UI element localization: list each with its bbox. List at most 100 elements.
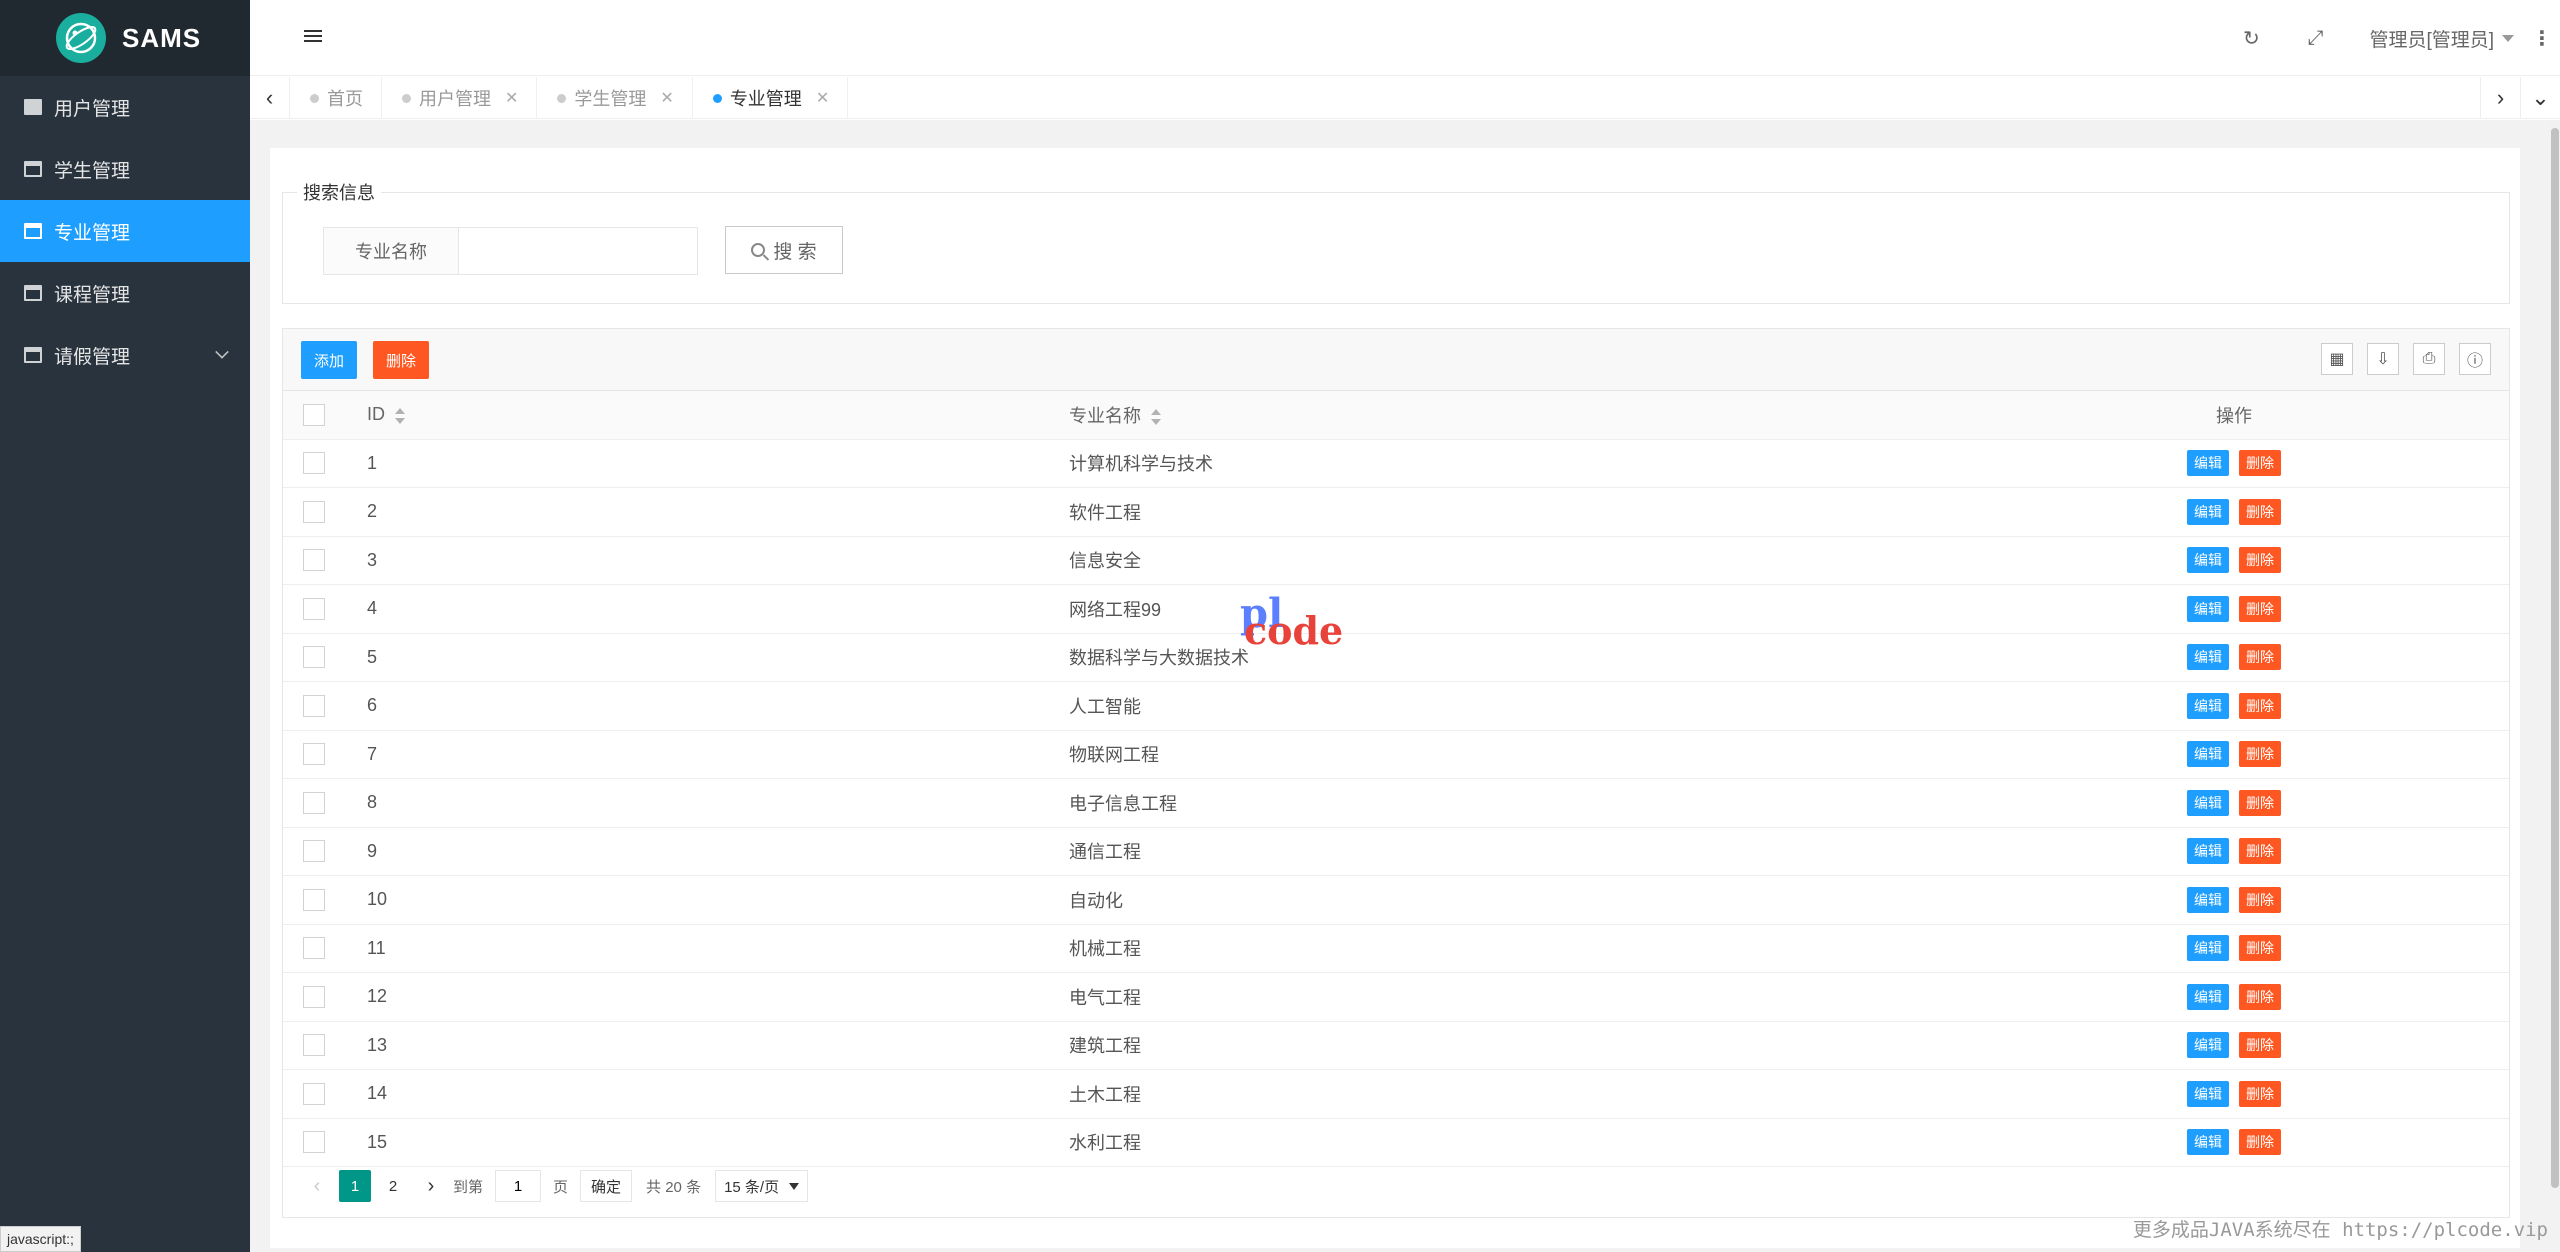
table-row[interactable]: 6 人工智能 编辑 删除 [283,681,2509,731]
row-checkbox[interactable] [303,452,325,475]
sidebar-item-leave[interactable]: 请假管理 [0,324,250,386]
table-row[interactable]: 10 自动化 编辑 删除 [283,875,2509,925]
edit-button[interactable]: 编辑 [2187,547,2229,574]
table-row[interactable]: 7 物联网工程 编辑 删除 [283,730,2509,779]
row-checkbox[interactable] [303,791,325,814]
table-row[interactable]: 8 电子信息工程 编辑 删除 [283,778,2509,828]
delete-button[interactable]: 删除 [2239,1080,2281,1107]
chevron-left-icon[interactable]: ‹ [250,77,290,119]
delete-button[interactable]: 删除 [2239,547,2281,574]
page-number[interactable]: 1 [339,1170,371,1202]
edit-button[interactable]: 编辑 [2187,1080,2229,1107]
table-row[interactable]: 5 数据科学与大数据技术 编辑 删除 [283,633,2509,682]
tab-majors[interactable]: 专业管理 ✕ [693,77,849,119]
table-row[interactable]: 12 电气工程 编辑 删除 [283,972,2509,1022]
edit-button[interactable]: 编辑 [2187,692,2229,719]
edit-button[interactable]: 编辑 [2187,498,2229,525]
select-all-checkbox[interactable] [303,403,325,426]
edit-button[interactable]: 编辑 [2187,741,2229,768]
sort-icon[interactable] [395,407,405,424]
tab-home[interactable]: 首页 [290,77,382,119]
delete-button[interactable]: 删除 [2239,1129,2281,1156]
sidebar-item-students[interactable]: 学生管理 [0,138,250,200]
logo[interactable]: SAMS [0,0,250,76]
info-icon[interactable]: ⓘ [2459,343,2491,375]
edit-button[interactable]: 编辑 [2187,983,2229,1010]
edit-button[interactable]: 编辑 [2187,1032,2229,1059]
add-button[interactable]: 添加 [301,341,357,379]
refresh-icon[interactable]: ↻ [2219,26,2283,51]
delete-button[interactable]: 删除 [2239,1032,2281,1059]
row-checkbox[interactable] [303,888,325,911]
edit-button[interactable]: 编辑 [2187,450,2229,477]
delete-button[interactable]: 删除 [2239,595,2281,622]
row-checkbox[interactable] [303,646,325,669]
row-checkbox[interactable] [303,840,325,863]
goto-page-input[interactable] [495,1170,542,1202]
table-row[interactable]: 9 通信工程 编辑 删除 [283,827,2509,876]
row-checkbox[interactable] [303,694,325,717]
edit-button[interactable]: 编辑 [2187,935,2229,962]
table-row[interactable]: 15 水利工程 编辑 删除 [283,1118,2509,1167]
row-checkbox[interactable] [303,597,325,620]
page-scrollbar[interactable] [2550,120,2560,1188]
table-row[interactable]: 2 软件工程 编辑 删除 [283,487,2509,537]
edit-button[interactable]: 编辑 [2187,886,2229,913]
print-icon[interactable]: ⎙ [2413,343,2445,375]
search-button[interactable]: 搜 索 [725,226,843,274]
row-checkbox[interactable] [303,549,325,572]
column-header-name[interactable]: 专业名称 [1069,391,1959,440]
export-icon[interactable]: ⇩ [2367,343,2399,375]
edit-button[interactable]: 编辑 [2187,644,2229,671]
column-header-id[interactable]: ID [345,391,1069,440]
next-page-icon[interactable]: › [415,1170,447,1202]
edit-button[interactable]: 编辑 [2187,595,2229,622]
edit-button[interactable]: 编辑 [2187,789,2229,816]
prev-page-icon[interactable]: ‹ [301,1170,333,1202]
chevron-down-icon[interactable]: ⌄ [2520,77,2560,119]
search-input[interactable] [458,227,698,275]
table-row[interactable]: 1 计算机科学与技术 编辑 删除 [283,439,2509,488]
delete-button[interactable]: 删除 [2239,498,2281,525]
row-checkbox[interactable] [303,500,325,523]
row-checkbox[interactable] [303,985,325,1008]
more-icon[interactable]: ⋮ [2524,26,2560,51]
user-menu[interactable]: 管理员[管理员] [2347,25,2524,52]
delete-button[interactable]: 删除 [2239,886,2281,913]
page-size-select[interactable]: 15 条/页 [715,1170,809,1202]
edit-button[interactable]: 编辑 [2187,838,2229,865]
delete-button[interactable]: 删除 [2239,983,2281,1010]
scrollbar-thumb[interactable] [2551,128,2559,1188]
delete-button[interactable]: 删除 [2239,692,2281,719]
batch-delete-button[interactable]: 删除 [373,341,429,379]
close-icon[interactable]: ✕ [660,88,673,108]
table-row[interactable]: 3 信息安全 编辑 删除 [283,536,2509,585]
table-row[interactable]: 14 土木工程 编辑 删除 [283,1069,2509,1119]
row-checkbox[interactable] [303,1034,325,1057]
goto-confirm-button[interactable]: 确定 [580,1170,633,1202]
delete-button[interactable]: 删除 [2239,741,2281,768]
row-checkbox[interactable] [303,937,325,960]
columns-icon[interactable]: ▦ [2321,343,2353,375]
sidebar-item-majors[interactable]: 专业管理 [0,200,250,262]
table-row[interactable]: 13 建筑工程 编辑 删除 [283,1021,2509,1070]
table-row[interactable]: 4 网络工程99 编辑 删除 [283,584,2509,634]
delete-button[interactable]: 删除 [2239,935,2281,962]
delete-button[interactable]: 删除 [2239,450,2281,477]
delete-button[interactable]: 删除 [2239,838,2281,865]
row-checkbox[interactable] [303,1131,325,1154]
delete-button[interactable]: 删除 [2239,789,2281,816]
tab-students[interactable]: 学生管理 ✕ [537,77,693,119]
edit-button[interactable]: 编辑 [2187,1129,2229,1156]
row-checkbox[interactable] [303,743,325,766]
delete-button[interactable]: 删除 [2239,644,2281,671]
table-row[interactable]: 11 机械工程 编辑 删除 [283,924,2509,973]
sort-icon[interactable] [1151,409,1161,425]
sidebar-item-users[interactable]: 用户管理 [0,76,250,138]
sidebar-item-courses[interactable]: 课程管理 [0,262,250,324]
close-icon[interactable]: ✕ [505,88,518,108]
tab-users[interactable]: 用户管理 ✕ [382,77,538,119]
row-checkbox[interactable] [303,1082,325,1105]
fullscreen-icon[interactable]: ⤢ [2283,27,2347,50]
page-number[interactable]: 2 [377,1170,409,1202]
